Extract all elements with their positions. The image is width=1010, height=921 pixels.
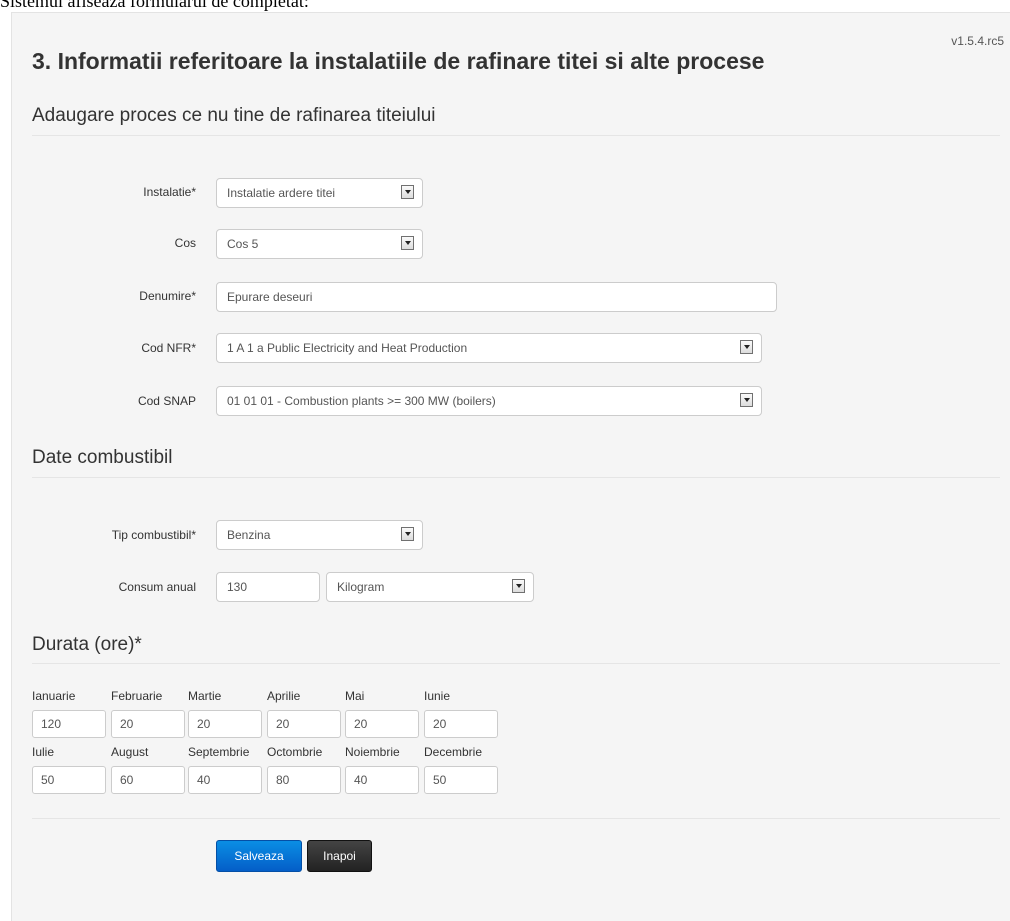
- cod-nfr-label: Cod NFR*: [141, 341, 196, 355]
- month-label-septembrie: Septembrie: [188, 745, 250, 759]
- cod-nfr-select[interactable]: 1 A 1 a Public Electricity and Heat Prod…: [216, 333, 762, 363]
- unit-value: Kilogram: [337, 580, 385, 594]
- month-label-mai: Mai: [345, 689, 365, 703]
- cod-snap-value: 01 01 01 - Combustion plants >= 300 MW (…: [227, 394, 496, 408]
- month-input-iulie[interactable]: 50: [32, 766, 106, 794]
- month-input-octombrie[interactable]: 80: [267, 766, 341, 794]
- section-title-process: Adaugare proces ce nu tine de rafinarea …: [32, 105, 436, 126]
- instalatie-value: Instalatie ardere titei: [227, 186, 336, 200]
- month-label-decembrie: Decembrie: [424, 745, 483, 759]
- save-button[interactable]: Salveaza: [216, 840, 302, 872]
- section-title-fuel: Date combustibil: [32, 447, 173, 468]
- consum-anual-input[interactable]: 130: [216, 572, 320, 602]
- month-label-februarie: Februarie: [111, 689, 163, 703]
- chevron-down-icon: [401, 527, 414, 541]
- month-input-septembrie[interactable]: 40: [188, 766, 262, 794]
- chevron-down-icon: [401, 236, 414, 250]
- cod-snap-label: Cod SNAP: [137, 394, 196, 408]
- month-label-martie: Martie: [188, 689, 222, 703]
- denumire-label: Denumire*: [139, 289, 196, 303]
- version-label: v1.5.4.rc5: [951, 34, 1004, 48]
- tip-combustibil-select[interactable]: Benzina: [216, 520, 423, 550]
- document-caption: Sistemul afiseaza formularul de completa…: [0, 0, 309, 11]
- chevron-down-icon: [401, 185, 414, 199]
- month-input-ianuarie[interactable]: 120: [32, 710, 106, 738]
- unit-select[interactable]: Kilogram: [326, 572, 534, 602]
- month-input-martie[interactable]: 20: [188, 710, 262, 738]
- denumire-input[interactable]: Epurare deseuri: [216, 282, 777, 312]
- month-input-aprilie[interactable]: 20: [267, 710, 341, 738]
- cod-snap-select[interactable]: 01 01 01 - Combustion plants >= 300 MW (…: [216, 386, 762, 416]
- tip-combustibil-label: Tip combustibil*: [111, 528, 196, 542]
- chevron-down-icon: [512, 579, 525, 593]
- month-label-august: August: [111, 745, 149, 759]
- instalatie-label: Instalatie*: [143, 185, 196, 199]
- month-label-noiembrie: Noiembrie: [345, 745, 400, 759]
- month-label-octombrie: Octombrie: [267, 745, 323, 759]
- month-input-noiembrie[interactable]: 40: [345, 766, 419, 794]
- divider: [32, 477, 1000, 478]
- chevron-down-icon: [740, 393, 753, 407]
- month-label-iunie: Iunie: [424, 689, 451, 703]
- divider: [32, 663, 1000, 664]
- cos-value: Cos 5: [227, 237, 259, 251]
- consum-anual-label: Consum anual: [118, 580, 196, 594]
- month-label-iulie: Iulie: [32, 745, 55, 759]
- month-label-ianuarie: Ianuarie: [32, 689, 76, 703]
- section-title-duration: Durata (ore)*: [32, 634, 142, 655]
- divider: [32, 135, 1000, 136]
- back-button[interactable]: Inapoi: [307, 840, 372, 872]
- chevron-down-icon: [740, 340, 753, 354]
- month-input-decembrie[interactable]: 50: [424, 766, 498, 794]
- cos-label: Cos: [174, 236, 196, 250]
- divider: [32, 818, 1000, 819]
- page-title: 3. Informatii referitoare la instalatiil…: [32, 48, 765, 74]
- month-label-aprilie: Aprilie: [267, 689, 301, 703]
- cod-nfr-value: 1 A 1 a Public Electricity and Heat Prod…: [227, 341, 468, 355]
- cos-select[interactable]: Cos 5: [216, 229, 423, 259]
- consum-anual-value: 130: [227, 580, 248, 594]
- instalatie-select[interactable]: Instalatie ardere titei: [216, 178, 423, 208]
- denumire-value: Epurare deseuri: [227, 290, 313, 304]
- tip-combustibil-value: Benzina: [227, 528, 271, 542]
- month-input-august[interactable]: 60: [111, 766, 185, 794]
- month-input-iunie[interactable]: 20: [424, 710, 498, 738]
- month-input-mai[interactable]: 20: [345, 710, 419, 738]
- month-input-februarie[interactable]: 20: [111, 710, 185, 738]
